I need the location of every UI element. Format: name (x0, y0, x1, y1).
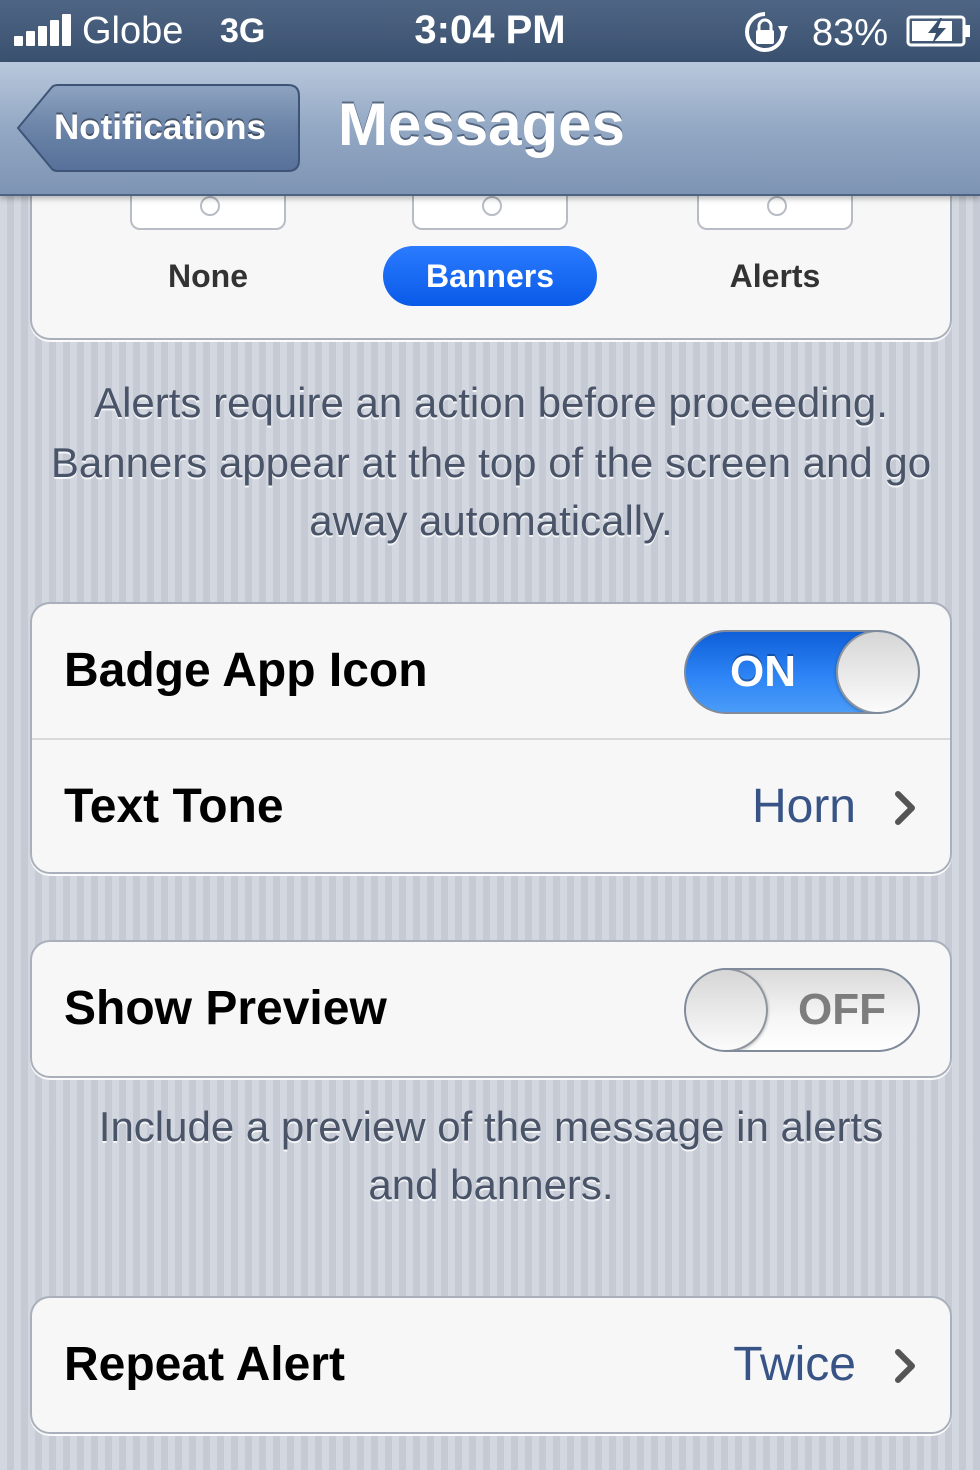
toggle-state-label: ON (730, 647, 796, 696)
badge-app-icon-label: Badge App Icon (64, 644, 428, 697)
repeat-alert-label: Repeat Alert (64, 1338, 345, 1391)
style-preview-alerts[interactable] (697, 196, 853, 230)
show-preview-footer: Include a preview of the message in aler… (98, 1103, 884, 1208)
back-button[interactable]: Notifications (16, 84, 300, 172)
text-tone-label: Text Tone (64, 780, 284, 833)
toggle-state-label: OFF (798, 985, 886, 1034)
home-button-icon (482, 196, 502, 216)
toggle-knob[interactable] (686, 970, 768, 1050)
repeat-alert-group: Repeat Alert Twice (30, 1296, 952, 1434)
home-button-icon (767, 196, 787, 216)
alert-style-footer-line2: Banners appear at the top of the screen … (50, 439, 932, 544)
style-preview-banners[interactable] (412, 196, 568, 230)
badge-app-icon-toggle[interactable]: ON (684, 630, 920, 714)
style-preview-none[interactable] (130, 196, 286, 230)
chevron-right-icon (895, 791, 915, 825)
style-option-none[interactable]: None (130, 246, 286, 306)
show-preview-label: Show Preview (64, 982, 387, 1035)
show-preview-toggle[interactable]: OFF (684, 968, 920, 1052)
repeat-alert-row[interactable]: Repeat Alert Twice (32, 1298, 950, 1432)
show-preview-row: Show Preview OFF (32, 942, 950, 1076)
badge-tone-group: Badge App Icon ON Text Tone Horn (30, 602, 952, 874)
badge-app-icon-row: Badge App Icon ON (32, 604, 950, 738)
text-tone-value: Horn (751, 780, 856, 833)
back-button-label: Notifications (54, 108, 266, 147)
orientation-lock-icon (745, 12, 788, 52)
style-option-banners[interactable]: Banners (383, 246, 597, 306)
repeat-alert-value: Twice (733, 1338, 856, 1391)
alert-style-footer-line1: Alerts require an action before proceedi… (94, 379, 888, 426)
battery-charging-icon (906, 15, 970, 47)
alert-style-footer: Alerts require an action before proceedi… (30, 372, 952, 550)
battery-percentage: 83% (812, 12, 889, 54)
status-bar: Globe 3G 3:04 PM 83% (0, 0, 980, 62)
chevron-right-icon (895, 1349, 915, 1383)
page-title: Messages (338, 91, 625, 158)
navigation-bar: Notifications Messages (0, 62, 980, 196)
show-preview-group: Show Preview OFF (30, 940, 952, 1078)
style-option-alerts[interactable]: Alerts (697, 246, 853, 306)
toggle-knob[interactable] (836, 632, 918, 712)
home-button-icon (200, 196, 220, 216)
text-tone-row[interactable]: Text Tone Horn (32, 738, 950, 872)
